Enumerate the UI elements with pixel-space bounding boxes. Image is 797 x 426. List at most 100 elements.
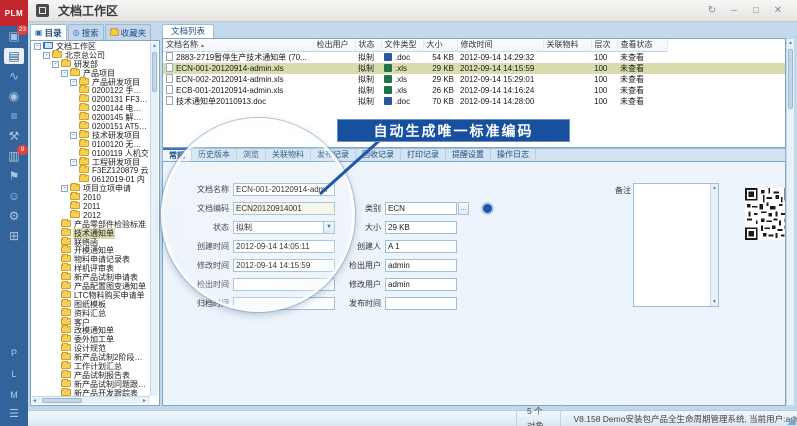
detail-tab[interactable]: 发布记录	[311, 149, 356, 161]
field-input[interactable]: ECN	[385, 202, 457, 215]
field-input[interactable]	[385, 297, 457, 310]
tree-node[interactable]: - 资料汇总	[32, 309, 150, 318]
column-header[interactable]: 状态	[355, 39, 381, 51]
browse-ellipsis-button[interactable]: …	[458, 202, 469, 215]
column-header[interactable]: 文件类型	[381, 39, 423, 51]
detail-tab[interactable]: 常规	[163, 148, 192, 161]
scroll-right-icon[interactable]: ►	[142, 397, 150, 405]
expand-toggle-icon[interactable]: -	[43, 52, 50, 59]
field-input[interactable]: A 1	[385, 240, 457, 253]
window-control-button[interactable]: ✕	[767, 3, 789, 19]
nav-icon[interactable]: ▣ 23	[0, 26, 28, 46]
expand-toggle-icon[interactable]: -	[52, 61, 59, 68]
expand-toggle-icon[interactable]: -	[34, 43, 41, 50]
column-header[interactable]: 修改时间	[457, 39, 543, 51]
qr-code	[745, 188, 786, 240]
window-control-button[interactable]: –	[723, 3, 745, 19]
left-panel-tab[interactable]: ◎ 搜索	[68, 24, 104, 40]
nav-icon[interactable]: ▥ 8	[0, 146, 28, 166]
window-control-button[interactable]: □	[745, 3, 767, 19]
tab-document-list[interactable]: 文档列表	[162, 24, 214, 38]
tree-node[interactable]: - 2010	[32, 193, 150, 202]
table-row[interactable]: ECN-002-20120914-admin.xls 拟制 .xls 29 KB…	[163, 74, 785, 85]
cell-level: 100	[591, 74, 617, 85]
detail-tab[interactable]: 关联物料	[266, 149, 311, 161]
nav-icon[interactable]: ⊞	[0, 226, 28, 246]
tree-node[interactable]: - 0200145 解锁柜	[32, 113, 150, 122]
field-input[interactable]: 2012-09-14 14:15:59 ▼	[233, 259, 335, 272]
detail-tab[interactable]: 打印记录	[401, 149, 446, 161]
field-input[interactable]: ▼	[233, 297, 335, 310]
column-header[interactable]: 关联物料	[543, 39, 591, 51]
detail-tab[interactable]: 历史版本	[192, 149, 237, 161]
nav-icon[interactable]: ◉	[0, 86, 28, 106]
tree-node-label: 新产品开发跟踪表	[73, 388, 139, 396]
resize-grip[interactable]	[787, 416, 796, 425]
scroll-up-icon[interactable]: ▲	[711, 184, 718, 192]
field-input[interactable]: 拟制 ▼	[233, 221, 335, 234]
nav-icon[interactable]: ≡	[0, 106, 28, 126]
nav-icon[interactable]: ⚙	[0, 206, 28, 226]
main-vertical-scrollbar[interactable]: ▲	[786, 38, 795, 406]
dropdown-arrow-icon[interactable]: ▼	[323, 222, 334, 233]
tree-node[interactable]: - 项目立项申请	[32, 184, 150, 193]
scroll-down-icon[interactable]: ▼	[711, 298, 718, 306]
expand-toggle-icon[interactable]: -	[70, 132, 77, 139]
nav-icon[interactable]: ☺	[0, 186, 28, 206]
hamburger-menu-icon[interactable]: ☰	[0, 406, 28, 422]
scroll-up-icon[interactable]: ▲	[151, 42, 158, 50]
notification-badge: 23	[17, 25, 28, 35]
column-header[interactable]: 层次	[591, 39, 617, 51]
detail-tab[interactable]: 操作日志	[491, 149, 536, 161]
scroll-up-icon[interactable]: ▲	[787, 39, 794, 47]
tree-horizontal-scrollbar[interactable]: ◄ ►	[32, 396, 150, 404]
tree-node-icon	[79, 86, 89, 93]
cell-level: 100	[591, 85, 617, 96]
table-row[interactable]: ECN-001-20120914-admin.xls 拟制 .xls 29 KB…	[163, 63, 785, 74]
nav-icon[interactable]: ⚑	[0, 166, 28, 186]
nav-icon[interactable]: ▤	[0, 46, 28, 66]
expand-toggle-icon[interactable]: -	[61, 185, 68, 192]
field-label: 检出时间	[169, 279, 233, 290]
tree-node-icon	[70, 69, 80, 76]
column-header[interactable]: 检出用户	[313, 39, 355, 51]
field-input[interactable]: ▼	[233, 278, 335, 291]
column-header[interactable]: 文档名称▲	[163, 39, 313, 51]
tree-vertical-scrollbar[interactable]: ▲	[150, 42, 158, 396]
table-row[interactable]: ECB-001-20120914-admin.xls 拟制 .xls 26 KB…	[163, 85, 785, 96]
scrollbar-thumb[interactable]	[788, 49, 793, 109]
field-label: 状态	[169, 222, 233, 233]
field-input[interactable]: admin	[385, 259, 457, 272]
nav-icon[interactable]: ⚒	[0, 126, 28, 146]
tree-node[interactable]: - 新产品开发跟踪表	[32, 389, 150, 396]
detail-tab[interactable]: 浏览	[237, 149, 266, 161]
scrollbar-thumb[interactable]	[152, 52, 157, 92]
detail-tab[interactable]: 回收记录	[356, 149, 401, 161]
tree-node[interactable]: - 0200122 手持式	[32, 86, 150, 95]
column-header[interactable]: 大小	[423, 39, 457, 51]
cell-modified-time: 2012-09-14 15:29:01	[457, 74, 543, 85]
field-input[interactable]: 2012-09-14 14:05:11 ▼	[233, 240, 335, 253]
table-row[interactable]: 2883-2719暂停生产技术通知单 (70... 拟制 .doc 54 KB …	[163, 51, 785, 63]
expand-toggle-icon[interactable]: -	[61, 70, 68, 77]
remarks-scrollbar[interactable]: ▲ ▼	[710, 184, 718, 306]
tab-icon: ◎	[73, 28, 80, 37]
tree-node[interactable]: - 2011	[32, 202, 150, 211]
field-input[interactable]: admin	[385, 278, 457, 291]
table-row[interactable]: 技术通知单20110913.doc 拟制 .doc 70 KB 2012-09-…	[163, 96, 785, 107]
nav-icon[interactable]: ∿	[0, 66, 28, 86]
left-panel-tab[interactable]: 收藏夹	[105, 24, 152, 40]
scroll-left-icon[interactable]: ◄	[32, 397, 40, 405]
field-input[interactable]: 29 KB	[385, 221, 457, 234]
expand-toggle-icon[interactable]: -	[70, 79, 77, 86]
left-panel-tab[interactable]: ▣ 目录	[30, 24, 67, 40]
field-input[interactable]: ECN20120914001 ▼	[233, 202, 335, 215]
remarks-textarea[interactable]: ▲ ▼	[633, 183, 719, 307]
window-control-button[interactable]: ↻	[701, 3, 723, 19]
field-input[interactable]: ECN-001-20120914-admi ▼	[233, 183, 335, 196]
expand-toggle-icon[interactable]: -	[70, 159, 77, 166]
document-sheet-icon	[166, 96, 173, 105]
scrollbar-thumb[interactable]	[42, 398, 82, 403]
column-header[interactable]: 查看状态	[617, 39, 667, 51]
detail-tab[interactable]: 提醒设置	[446, 149, 491, 161]
